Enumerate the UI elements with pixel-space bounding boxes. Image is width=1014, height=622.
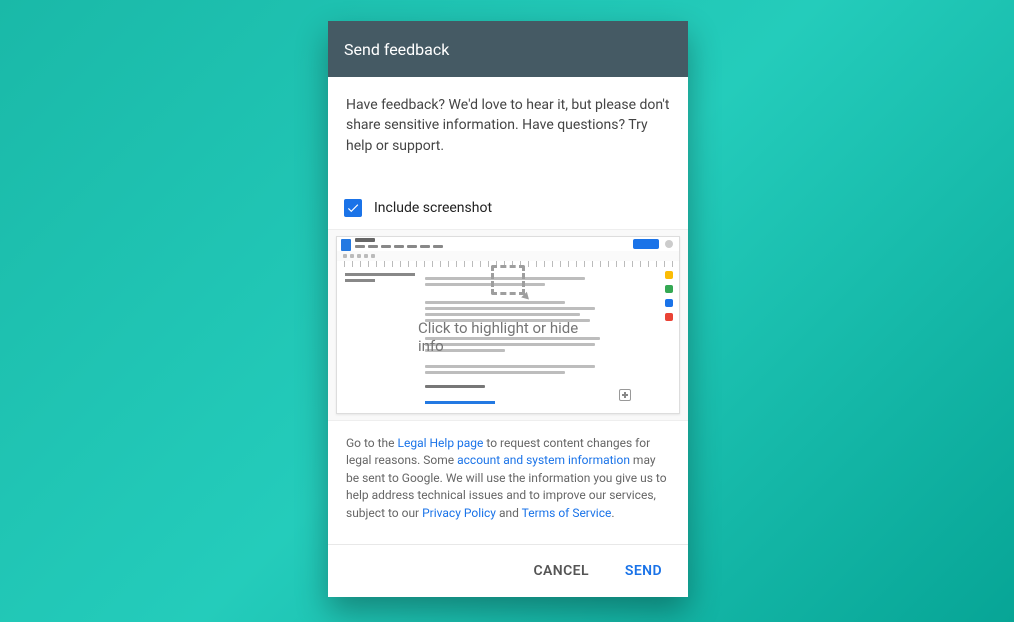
checkmark-icon (346, 201, 360, 215)
explore-icon (619, 389, 631, 401)
privacy-policy-link[interactable]: Privacy Policy (422, 506, 496, 520)
dialog-titlebar: Send feedback (328, 21, 688, 77)
send-button[interactable]: SEND (611, 555, 676, 587)
docs-icon (341, 239, 351, 251)
account-system-info-link[interactable]: account and system information (457, 453, 630, 467)
dialog-title: Send feedback (344, 40, 449, 59)
cancel-button[interactable]: CANCEL (520, 555, 603, 587)
highlight-label: Click to highlight or hide info (418, 319, 598, 355)
share-button-thumb (633, 239, 659, 249)
feedback-dialog: Send feedback Have feedback? We'd love t… (328, 21, 688, 597)
include-screenshot-checkbox[interactable] (344, 199, 362, 217)
highlight-overlay: Click to highlight or hide info (418, 265, 598, 355)
legal-help-link[interactable]: Legal Help page (398, 436, 484, 450)
include-screenshot-label: Include screenshot (374, 200, 492, 216)
include-screenshot-row[interactable]: Include screenshot (328, 187, 688, 229)
crop-icon (491, 265, 525, 295)
screenshot-preview[interactable]: Click to highlight or hide info (328, 229, 688, 421)
legal-text: Go to the Legal Help page to request con… (328, 421, 688, 545)
dialog-actions: CANCEL SEND (328, 545, 688, 597)
dialog-description: Have feedback? We'd love to hear it, but… (328, 77, 688, 187)
terms-of-service-link[interactable]: Terms of Service (522, 506, 612, 520)
